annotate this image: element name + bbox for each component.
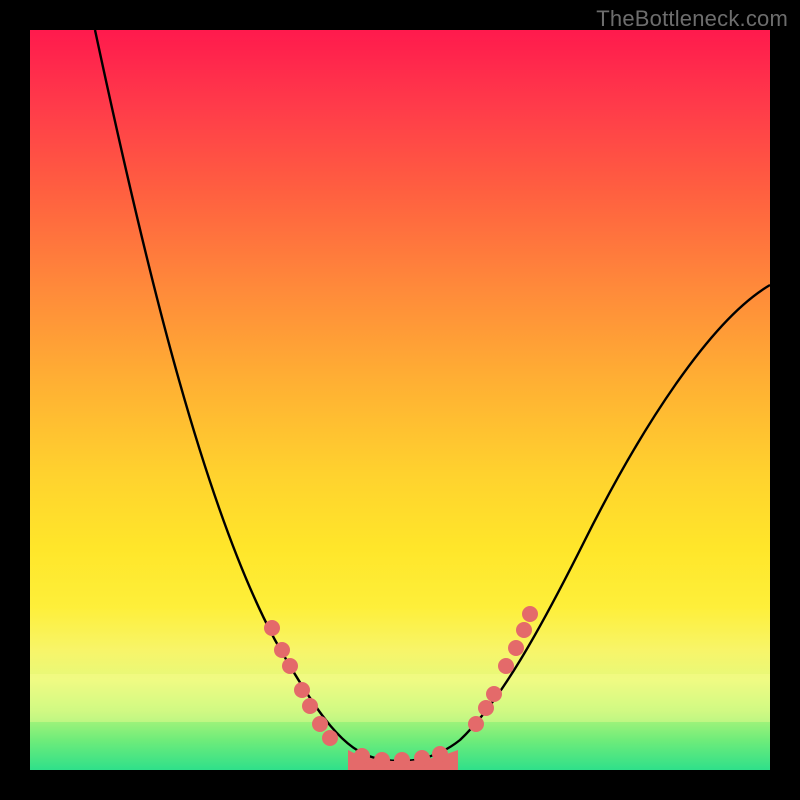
chart-frame: TheBottleneck.com bbox=[0, 0, 800, 800]
curve-dot bbox=[374, 752, 390, 768]
curve-dot bbox=[486, 686, 502, 702]
curve-dot bbox=[508, 640, 524, 656]
curve-dot bbox=[478, 700, 494, 716]
curve-dot bbox=[312, 716, 328, 732]
curve-dot bbox=[282, 658, 298, 674]
curve-dot bbox=[274, 642, 290, 658]
curve-dot bbox=[322, 730, 338, 746]
curve-dot bbox=[498, 658, 514, 674]
curve-dot bbox=[516, 622, 532, 638]
curve-dot bbox=[354, 748, 370, 764]
curve-svg bbox=[30, 30, 770, 770]
curve-dots bbox=[264, 606, 538, 768]
watermark-text: TheBottleneck.com bbox=[596, 6, 788, 32]
curve-dot bbox=[414, 750, 430, 766]
bottleneck-curve bbox=[95, 30, 770, 761]
plot-area bbox=[30, 30, 770, 770]
curve-dot bbox=[522, 606, 538, 622]
curve-dot bbox=[468, 716, 484, 732]
curve-dot bbox=[432, 746, 448, 762]
curve-dot bbox=[294, 682, 310, 698]
curve-dot bbox=[302, 698, 318, 714]
curve-dot bbox=[264, 620, 280, 636]
curve-dot bbox=[394, 752, 410, 768]
